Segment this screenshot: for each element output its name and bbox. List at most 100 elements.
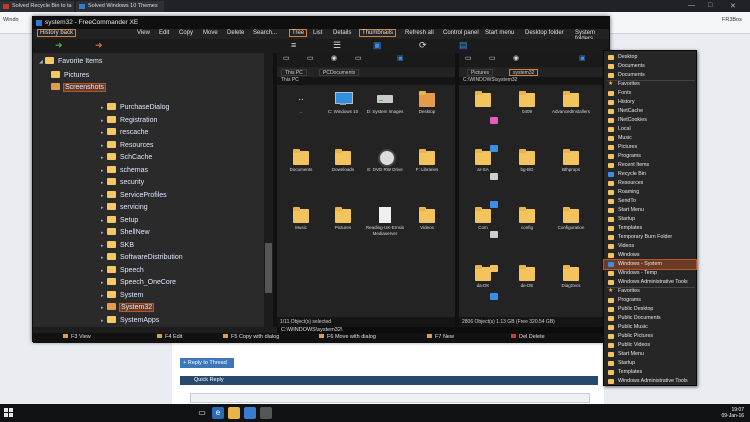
tree-folder-item[interactable]: ▸ SchCache [101,153,152,163]
dropdown-item[interactable]: SendTo [604,197,696,206]
drive-e-icon[interactable]: ◉ [513,54,519,62]
tree-folder-item[interactable]: ▸ System [101,290,143,301]
collapse-icon[interactable]: ◢ [39,59,43,65]
dropdown-item[interactable]: Resources [604,179,696,188]
tree-folder-item[interactable]: ▸ PurchaseDialog [101,103,169,113]
file-item[interactable]: Music [281,203,321,253]
expand-icon[interactable]: ▸ [101,255,104,261]
file-item[interactable]: de-DE [507,261,547,311]
dropdown-item[interactable]: Roaming [604,188,696,197]
dropdown-item[interactable]: Public Videos [604,341,696,350]
file-item[interactable]: DiagSvcs [551,261,591,311]
dropdown-item[interactable]: Start Menu [604,206,696,215]
dropdown-item[interactable]: Startup [604,359,696,368]
tree-folder-item[interactable]: ▸ schemas [101,165,148,176]
control-panel-icon[interactable]: ▤ [459,40,468,51]
freecommander-icon[interactable] [260,407,272,419]
tree-folder-item[interactable]: ▸ Setup [101,215,138,226]
file-item[interactable]: Downloads [323,145,363,195]
menu-delete[interactable]: Delete [225,30,246,36]
dropdown-item[interactable]: Recycle Bin [604,170,696,179]
file-item[interactable]: Configuration [551,203,591,253]
left-pane-view-icon[interactable]: ▣ [397,54,404,62]
drive-d-icon[interactable]: ▭ [307,54,314,62]
tree-view-icon[interactable]: ≡ [291,40,296,50]
drive-c-icon[interactable]: ▭ [283,54,290,62]
left-pane-tab[interactable]: PCDocuments [319,69,360,76]
dropdown-item[interactable]: Programs [604,296,696,305]
maximize-icon[interactable]: □ [708,2,712,9]
expand-icon[interactable]: ▸ [101,268,104,274]
file-item[interactable]: C: Windows 10 [323,87,363,137]
dropdown-item[interactable]: Recent Items [604,161,696,170]
expand-icon[interactable]: ▸ [101,280,104,286]
menu-edit[interactable]: Edit [157,30,171,36]
bookmark-link[interactable]: Windo [3,17,19,23]
tree-scrollbar-thumb[interactable] [265,243,272,293]
f4-edit-button[interactable]: F4 Edit [157,334,182,340]
forward-arrow-icon[interactable]: ➜ [95,40,103,51]
expand-icon[interactable]: ▸ [101,130,104,136]
f7-new-button[interactable]: F7 New [427,334,454,340]
dropdown-item[interactable]: Programs [604,152,696,161]
file-item[interactable]: 0409 [507,87,547,137]
drive-f-icon[interactable]: ▭ [355,54,362,62]
tree-item-pictures[interactable]: Pictures [45,71,89,81]
shortcut-icon[interactable] [490,293,498,300]
dropdown-item[interactable]: Templates [604,224,696,233]
expand-icon[interactable]: ▸ [101,180,104,186]
expand-icon[interactable]: ▸ [101,293,104,299]
menu-view[interactable]: View [135,30,152,36]
tree-folder-item[interactable]: ▸ Speech_OneCore [101,278,176,288]
menu-tree[interactable]: Tree [289,29,308,37]
dropdown-item[interactable]: Windows - Temp [604,269,696,278]
menu-control-panel[interactable]: Control panel [441,30,481,36]
shortcut-icon[interactable] [490,265,498,272]
reply-to-thread-button[interactable]: + Reply to Thread [180,358,234,368]
browser-tab[interactable]: Solved Windows 10 Themes [76,1,164,12]
dropdown-item[interactable]: Local [604,125,696,134]
file-item[interactable]: Pictures [323,203,363,253]
file-item[interactable]: D: System Images [365,87,405,137]
dropdown-item[interactable]: INetCookies [604,116,696,125]
file-item[interactable]: E: DVD RW Drive [365,145,405,195]
shortcut-icon[interactable] [490,201,498,208]
edge-icon[interactable]: e [212,407,224,419]
dropdown-item[interactable]: Fonts [604,89,696,98]
tree-folder-item[interactable]: ▸ security [101,178,144,188]
expand-icon[interactable]: ▸ [101,218,104,224]
file-item[interactable]: Desktop [407,87,447,137]
dropdown-item[interactable]: Startup [604,215,696,224]
dropdown-item[interactable]: Videos [604,242,696,251]
expand-icon[interactable]: ▸ [101,193,104,199]
expand-icon[interactable]: ▸ [101,230,104,236]
menu-thumbnails[interactable]: Thumbnails [359,29,397,37]
f6-move-button[interactable]: F6 Move with dialog [319,334,376,340]
expand-icon[interactable]: ▸ [101,168,104,174]
dropdown-item[interactable]: Windows Administrative Tools [604,278,696,287]
bookmark-link[interactable]: FR3Bos [722,17,742,23]
menu-list[interactable]: List [311,30,324,36]
tree-folder-item[interactable]: ▸ SoftwareDistribution [101,253,183,263]
dropdown-item[interactable]: Start Menu [604,350,696,359]
file-item[interactable]: AdvancedInstallers [551,87,591,137]
right-pane-tab-active[interactable]: system32 [509,69,539,76]
menu-history-back[interactable]: History back [37,29,77,37]
dropdown-item[interactable]: Music [604,134,696,143]
shortcut-icon[interactable] [490,173,498,180]
dropdown-item[interactable]: Public Desktop [604,305,696,314]
file-item[interactable]: Documents [281,145,321,195]
shortcut-icon[interactable] [490,117,498,124]
drive-c-icon[interactable]: ▭ [465,54,472,62]
dropdown-item[interactable]: Pictures [604,143,696,152]
right-pane-view-icon[interactable]: ▣ [579,54,586,62]
explorer-icon[interactable] [228,407,240,419]
menu-desktop-folder[interactable]: Desktop folder [523,30,566,36]
dropdown-item[interactable]: Documents [604,62,696,71]
file-item[interactable]: .... [281,87,321,137]
file-item[interactable]: Bthprops [551,145,591,195]
file-item[interactable]: bg-BG [507,145,547,195]
browser-icon[interactable] [244,407,256,419]
expand-icon[interactable]: ▸ [101,155,104,161]
dropdown-item[interactable]: INetCache [604,107,696,116]
